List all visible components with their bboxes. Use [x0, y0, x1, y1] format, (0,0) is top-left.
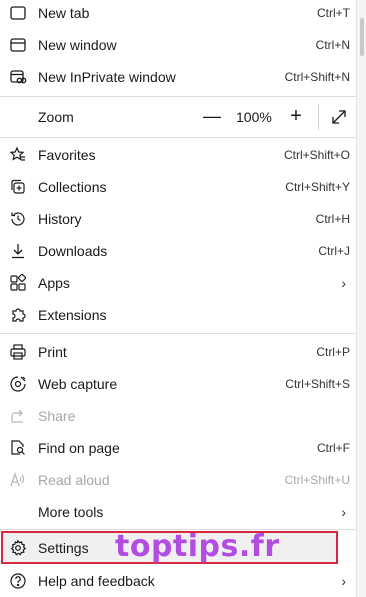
settings-gear-icon: [8, 538, 28, 558]
menu-item-share: Share: [0, 400, 356, 432]
watermark-text: toptips.fr: [115, 529, 280, 564]
menu-item-label: Help and feedback: [38, 573, 155, 589]
menu-item-label: Find on page: [38, 440, 120, 456]
zoom-row: Zoom — 100% +: [0, 100, 356, 134]
menu-item-label: Web capture: [38, 376, 118, 392]
menu-item-read-aloud: Read aloud Ctrl+Shift+U: [0, 464, 356, 496]
menu-item-print[interactable]: Print Ctrl+P: [0, 336, 356, 368]
chevron-right-icon: ›: [341, 573, 346, 589]
menu-divider: [0, 137, 356, 138]
menu-item-shortcut: Ctrl+Shift+U: [284, 473, 350, 487]
zoom-divider: [318, 104, 319, 130]
menu-item-label: Favorites: [38, 147, 96, 163]
chevron-right-icon: ›: [341, 504, 346, 520]
menu-item-more-tools[interactable]: More tools ›: [0, 496, 356, 528]
menu-item-label: Downloads: [38, 243, 108, 259]
extensions-puzzle-icon: [8, 305, 28, 325]
menu-item-extensions[interactable]: Extensions: [0, 299, 356, 331]
chevron-right-icon: ›: [341, 275, 346, 291]
menu-item-shortcut: Ctrl+Shift+N: [284, 70, 350, 84]
menu-item-history[interactable]: History Ctrl+H: [0, 203, 356, 235]
menu-scrollbar[interactable]: [356, 0, 366, 597]
new-window-icon: [8, 35, 28, 55]
menu-item-new-inprivate-window[interactable]: New InPrivate window Ctrl+Shift+N: [0, 61, 356, 93]
help-question-icon: [8, 571, 28, 591]
menu-divider: [0, 96, 356, 97]
menu-item-shortcut: Ctrl+J: [318, 244, 350, 258]
menu-divider: [0, 333, 356, 334]
menu-item-shortcut: Ctrl+Shift+O: [283, 148, 350, 162]
menu-item-shortcut: Ctrl+F: [317, 441, 350, 455]
menu-item-shortcut: Ctrl+N: [315, 38, 350, 52]
find-on-page-icon: [8, 438, 28, 458]
menu-item-apps[interactable]: Apps ›: [0, 267, 356, 299]
menu-item-find-on-page[interactable]: Find on page Ctrl+F: [0, 432, 356, 464]
scrollbar-thumb[interactable]: [360, 18, 364, 56]
web-capture-icon: [8, 374, 28, 394]
menu-item-label: History: [38, 211, 82, 227]
menu-item-label: Collections: [38, 179, 107, 195]
menu-item-label: Share: [38, 408, 76, 424]
new-tab-icon: [8, 3, 28, 23]
menu-item-shortcut: Ctrl+P: [316, 345, 350, 359]
menu-item-label: New tab: [38, 5, 90, 21]
browser-settings-menu: New tab Ctrl+T New window Ctrl+N New InP…: [0, 0, 356, 597]
printer-icon: [8, 342, 28, 362]
share-icon: [8, 406, 28, 426]
menu-item-help-and-feedback[interactable]: Help and feedback ›: [0, 565, 356, 597]
menu-item-new-window[interactable]: New window Ctrl+N: [0, 29, 356, 61]
menu-item-shortcut: Ctrl+Shift+S: [285, 377, 350, 391]
read-aloud-icon: [8, 470, 28, 490]
favorites-star-icon: [8, 145, 28, 165]
zoom-out-button[interactable]: —: [202, 106, 222, 126]
menu-item-label: New window: [38, 37, 117, 53]
history-clock-icon: [8, 209, 28, 229]
menu-item-shortcut: Ctrl+Shift+Y: [285, 180, 350, 194]
menu-item-label: Extensions: [38, 307, 107, 323]
menu-item-new-tab[interactable]: New tab Ctrl+T: [0, 0, 356, 29]
menu-item-label: Read aloud: [38, 472, 110, 488]
zoom-label: Zoom: [38, 109, 74, 125]
fullscreen-icon[interactable]: [330, 108, 348, 126]
menu-item-collections[interactable]: Collections Ctrl+Shift+Y: [0, 171, 356, 203]
menu-item-shortcut: Ctrl+T: [317, 6, 350, 20]
menu-item-web-capture[interactable]: Web capture Ctrl+Shift+S: [0, 368, 356, 400]
menu-item-downloads[interactable]: Downloads Ctrl+J: [0, 235, 356, 267]
menu-item-label: New InPrivate window: [38, 69, 176, 85]
menu-item-label: More tools: [38, 504, 104, 520]
menu-item-label: Settings: [38, 540, 89, 556]
collections-icon: [8, 177, 28, 197]
menu-item-shortcut: Ctrl+H: [315, 212, 350, 226]
download-arrow-icon: [8, 241, 28, 261]
zoom-level-value: 100%: [236, 109, 272, 125]
apps-grid-icon: [8, 273, 28, 293]
menu-item-label: Apps: [38, 275, 70, 291]
inprivate-window-icon: [8, 67, 28, 87]
zoom-in-button[interactable]: +: [286, 106, 306, 126]
menu-item-label: Print: [38, 344, 67, 360]
menu-item-favorites[interactable]: Favorites Ctrl+Shift+O: [0, 139, 356, 171]
